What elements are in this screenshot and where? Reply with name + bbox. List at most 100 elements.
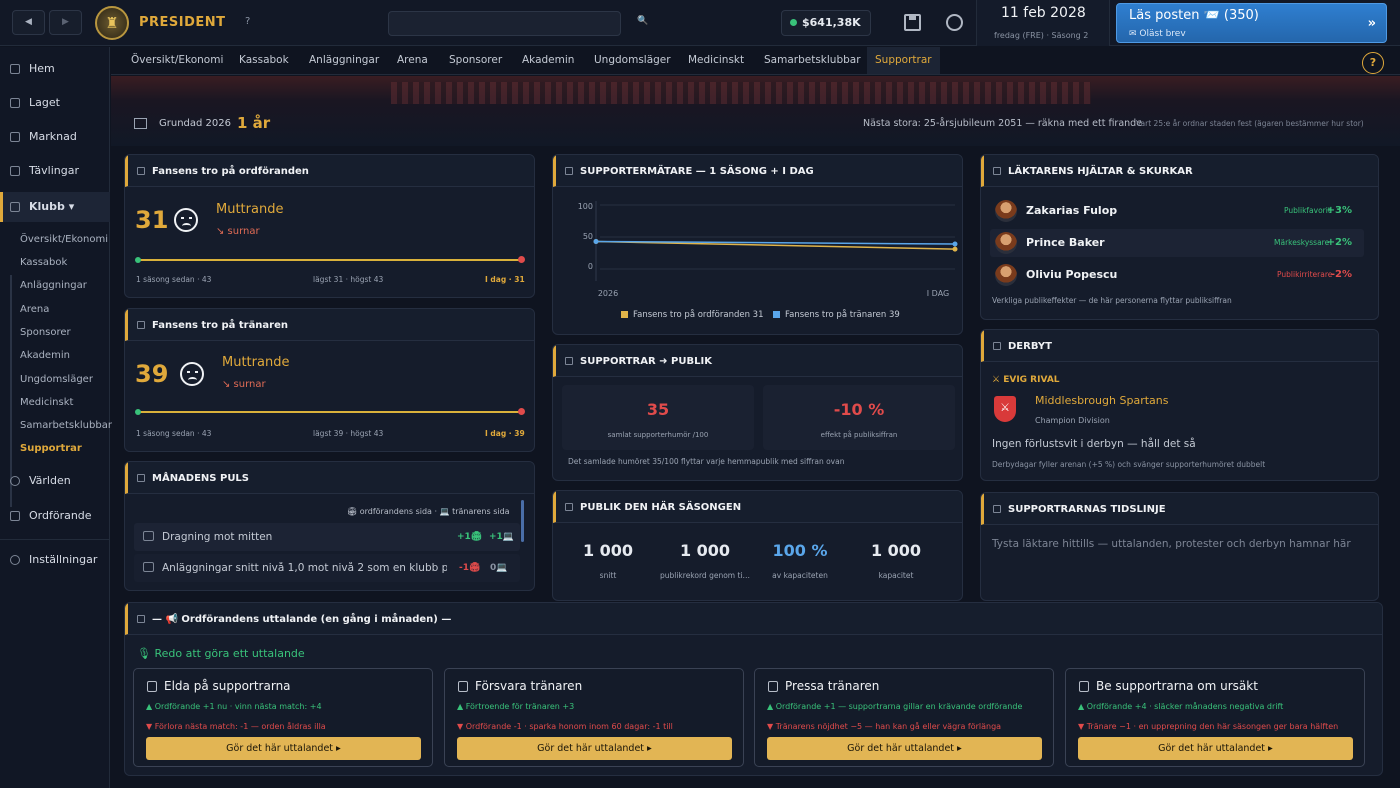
audience-record-label: publikrekord genom ti… xyxy=(659,571,750,580)
frown-face-icon xyxy=(180,362,204,386)
derby-status: Ingen förlustsvit i derbyn — håll det så xyxy=(992,438,1196,450)
meter-icon xyxy=(565,167,573,175)
help-icon[interactable]: ? xyxy=(245,16,250,27)
save-icon[interactable] xyxy=(904,14,921,31)
option-upside: ▲ Förtroende för tränaren +3 xyxy=(457,702,575,711)
statement-option: Pressa tränaren ▲ Ordförande +1 — suppor… xyxy=(754,668,1054,767)
player-tag: Publikirriterare xyxy=(1277,270,1333,279)
subnav-sponsors[interactable]: Sponsorer xyxy=(20,327,71,338)
chair-effect-badge: +1🏟 xyxy=(457,532,483,542)
sidebar-item-competitions[interactable]: Tävlingar xyxy=(0,156,110,186)
tab-arena[interactable]: Arena xyxy=(397,47,428,74)
faith-chairman-value: 31 xyxy=(135,206,169,234)
legend-swatch xyxy=(773,311,780,318)
shirt-icon xyxy=(10,98,20,108)
subnav-overview[interactable]: Översikt/Ekonomi xyxy=(20,234,108,245)
brand-title: PRESIDENT xyxy=(139,15,226,30)
tab-cashbook[interactable]: Kassabok xyxy=(239,47,289,74)
tab-supporters[interactable]: Supportrar xyxy=(867,47,940,74)
sidebar-item-home[interactable]: Hem xyxy=(0,54,110,84)
legend-coach: Fansens tro på tränaren 39 xyxy=(773,310,900,320)
mood-label: samlat supporterhumör /100 xyxy=(607,431,709,439)
subnav-arena[interactable]: Arena xyxy=(20,304,49,315)
read-mail-button[interactable]: Läs posten 📨 (350) ✉ Oläst brev » xyxy=(1116,3,1387,43)
option-upside: ▲ Ordförande +1 — supportrarna gillar en… xyxy=(767,702,1023,711)
make-statement-button[interactable]: Gör det här uttalandet ▸ xyxy=(146,737,421,760)
person-icon xyxy=(10,511,20,521)
audience-season-card: PUBLIK DEN HÄR SÄSONGEN 1 000 snitt 1 00… xyxy=(552,490,963,601)
pulse-row[interactable]: Dragning mot mitten +1🏟 +1💻 xyxy=(134,523,520,551)
subnav-cashbook[interactable]: Kassabok xyxy=(20,257,67,268)
player-name: Zakarias Fulop xyxy=(1026,204,1118,217)
make-statement-button[interactable]: Gör det här uttalandet ▸ xyxy=(1078,737,1353,760)
y-tick-label: 0 xyxy=(588,262,593,271)
card-header: SUPPORTRAR ➜ PUBLIK xyxy=(553,345,962,377)
x-tick-label: 2026 xyxy=(598,289,618,298)
villain-row[interactable]: Oliviu Popescu Publikirriterare -2% xyxy=(990,261,1364,289)
y-tick-label: 100 xyxy=(578,202,593,211)
tab-medical[interactable]: Medicinskt xyxy=(688,47,744,74)
tab-youth-camp[interactable]: Ungdomsläger xyxy=(594,47,671,74)
search-icon[interactable]: 🔍 xyxy=(637,16,648,26)
mask-icon xyxy=(993,167,1001,175)
card-title: DERBYT xyxy=(1008,341,1052,352)
make-statement-button[interactable]: Gör det här uttalandet ▸ xyxy=(457,737,732,760)
sidebar-item-market[interactable]: Marknad xyxy=(0,122,110,152)
sidebar-item-club[interactable]: Klubb ▾ xyxy=(0,192,110,222)
globe-icon[interactable] xyxy=(946,14,963,31)
hero-row[interactable]: Prince Baker Märkeskyssare +2% xyxy=(990,229,1364,257)
subnav-youth-camp[interactable]: Ungdomsläger xyxy=(20,374,93,385)
data-point xyxy=(952,246,958,252)
legend-label: Fansens tro på tränaren 39 xyxy=(785,310,900,320)
facility-icon xyxy=(143,562,154,572)
make-statement-button[interactable]: Gör det här uttalandet ▸ xyxy=(767,737,1042,760)
tab-academy[interactable]: Akademin xyxy=(522,47,574,74)
sidebar-item-label: Laget xyxy=(29,96,60,109)
club-icon xyxy=(10,202,20,212)
card-header: MÅNADENS PULS xyxy=(125,462,534,494)
mood-value: 35 xyxy=(646,400,670,419)
sidebar-item-team[interactable]: Laget xyxy=(0,88,110,118)
option-downside: ▼ Tränare −1 · en upprepning den här säs… xyxy=(1078,722,1339,731)
audience-average: 1 000 xyxy=(582,541,634,560)
money-dot xyxy=(790,19,797,26)
subnav-facilities[interactable]: Anläggningar xyxy=(20,280,87,291)
pulse-scrollbar[interactable] xyxy=(521,500,524,542)
hero-row[interactable]: Zakarias Fulop Publikfavorit +3% xyxy=(990,197,1364,225)
sidebar-divider xyxy=(0,539,110,540)
trend-start-dot xyxy=(135,257,141,263)
trend-today-label: I dag · 31 xyxy=(485,275,525,284)
help-button[interactable]: ? xyxy=(1362,52,1384,74)
faith-coach-trendline xyxy=(137,411,522,413)
search-input[interactable] xyxy=(388,11,621,36)
frown-face-icon xyxy=(174,208,198,232)
pulse-row[interactable]: Anläggningar snitt nivå 1,0 mot nivå 2 s… xyxy=(134,554,520,582)
founded-label: Grundad 2026 xyxy=(159,118,231,129)
forward-button[interactable]: ▶ xyxy=(49,10,82,35)
sidebar-item-settings[interactable]: Inställningar xyxy=(0,545,110,575)
tab-affiliates[interactable]: Samarbetsklubbar xyxy=(764,47,861,74)
subnav-supporters[interactable]: Supportrar xyxy=(20,443,82,454)
audience-average-label: snitt xyxy=(599,571,617,580)
subnav-affiliates[interactable]: Samarbetsklubbar xyxy=(20,420,112,431)
back-button[interactable]: ◀ xyxy=(12,10,45,35)
club-age: 1 år xyxy=(237,114,271,132)
trophy-icon xyxy=(10,166,20,176)
subnav-medical[interactable]: Medicinskt xyxy=(20,397,73,408)
club-logo: ♜ xyxy=(95,6,129,40)
effect-value: -10 % xyxy=(833,400,885,419)
data-point xyxy=(952,241,958,247)
sidebar-item-chairman[interactable]: Ordförande xyxy=(0,501,110,531)
tab-overview[interactable]: Översikt/Ekonomi xyxy=(131,47,223,74)
trend-start-dot xyxy=(135,409,141,415)
pulse-row-text: Dragning mot mitten xyxy=(162,531,273,543)
tab-sponsors[interactable]: Sponsorer xyxy=(449,47,502,74)
card-header: DERBYT xyxy=(981,330,1378,362)
rival-name[interactable]: Middlesbrough Spartans xyxy=(1035,394,1168,407)
tab-facilities[interactable]: Anläggningar xyxy=(309,47,379,74)
arrow-icon xyxy=(143,531,154,541)
option-title: Pressa tränaren xyxy=(785,679,880,693)
sidebar-item-world[interactable]: Världen xyxy=(0,466,110,496)
subnav-academy[interactable]: Akademin xyxy=(20,350,70,361)
statement-ready: 🎙 Redo att göra ett uttalande xyxy=(137,647,305,660)
